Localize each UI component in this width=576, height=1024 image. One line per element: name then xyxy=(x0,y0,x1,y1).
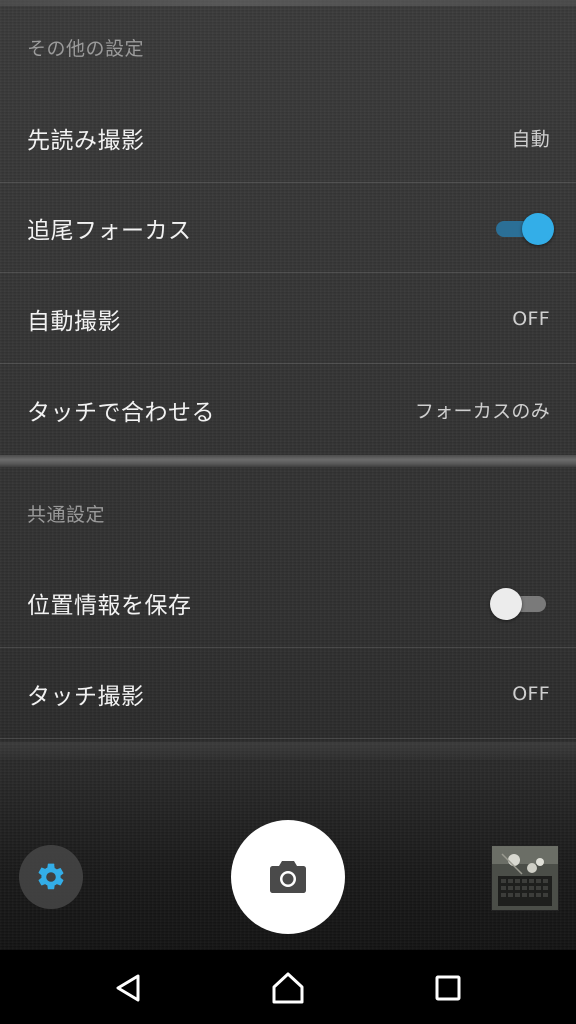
setting-label: 追尾フォーカス xyxy=(27,217,192,244)
home-icon xyxy=(272,972,304,1004)
setting-label: 位置情報を保存 xyxy=(27,592,192,619)
settings-button[interactable] xyxy=(19,845,83,909)
navigation-bar xyxy=(0,950,576,1024)
section-header-common-settings: 共通設定 xyxy=(27,504,106,526)
back-button[interactable] xyxy=(108,968,148,1008)
setting-label: タッチ撮影 xyxy=(27,683,145,710)
setting-value: OFF xyxy=(512,307,550,330)
setting-row-tracking-focus[interactable]: 追尾フォーカス xyxy=(0,183,576,273)
setting-row-prefetch-capture[interactable]: 先読み撮影 自動 xyxy=(0,93,576,183)
setting-label: 先読み撮影 xyxy=(27,127,145,154)
section-divider xyxy=(0,455,576,467)
gallery-thumbnail-image xyxy=(492,846,558,910)
back-triangle-icon xyxy=(116,974,140,1002)
top-edge xyxy=(0,0,576,6)
recents-square-icon xyxy=(435,975,461,1001)
gear-icon xyxy=(38,863,64,890)
save-location-toggle[interactable] xyxy=(490,586,548,620)
setting-label: タッチで合わせる xyxy=(27,400,215,426)
setting-value: 自動 xyxy=(511,128,550,150)
toggle-thumb xyxy=(522,212,554,245)
setting-row-auto-capture[interactable]: 自動撮影 OFF xyxy=(0,274,576,364)
list-end-divider xyxy=(0,742,576,760)
setting-value: フォーカスのみ xyxy=(414,400,550,423)
shutter-button[interactable] xyxy=(231,820,345,934)
setting-row-touch-adjust[interactable]: タッチで合わせる フォーカスのみ xyxy=(0,365,576,455)
home-button[interactable] xyxy=(268,968,308,1008)
setting-label: 自動撮影 xyxy=(27,308,121,335)
setting-value: OFF xyxy=(512,682,550,705)
section-header-other-settings: その他の設定 xyxy=(27,38,145,60)
toggle-thumb xyxy=(490,587,522,620)
setting-row-save-location[interactable]: 位置情報を保存 xyxy=(0,558,576,648)
recents-button[interactable] xyxy=(428,968,468,1008)
setting-row-touch-capture[interactable]: タッチ撮影 OFF xyxy=(0,649,576,739)
gallery-thumbnail[interactable] xyxy=(491,845,559,911)
tracking-focus-toggle[interactable] xyxy=(496,211,554,245)
camera-icon xyxy=(270,861,306,893)
